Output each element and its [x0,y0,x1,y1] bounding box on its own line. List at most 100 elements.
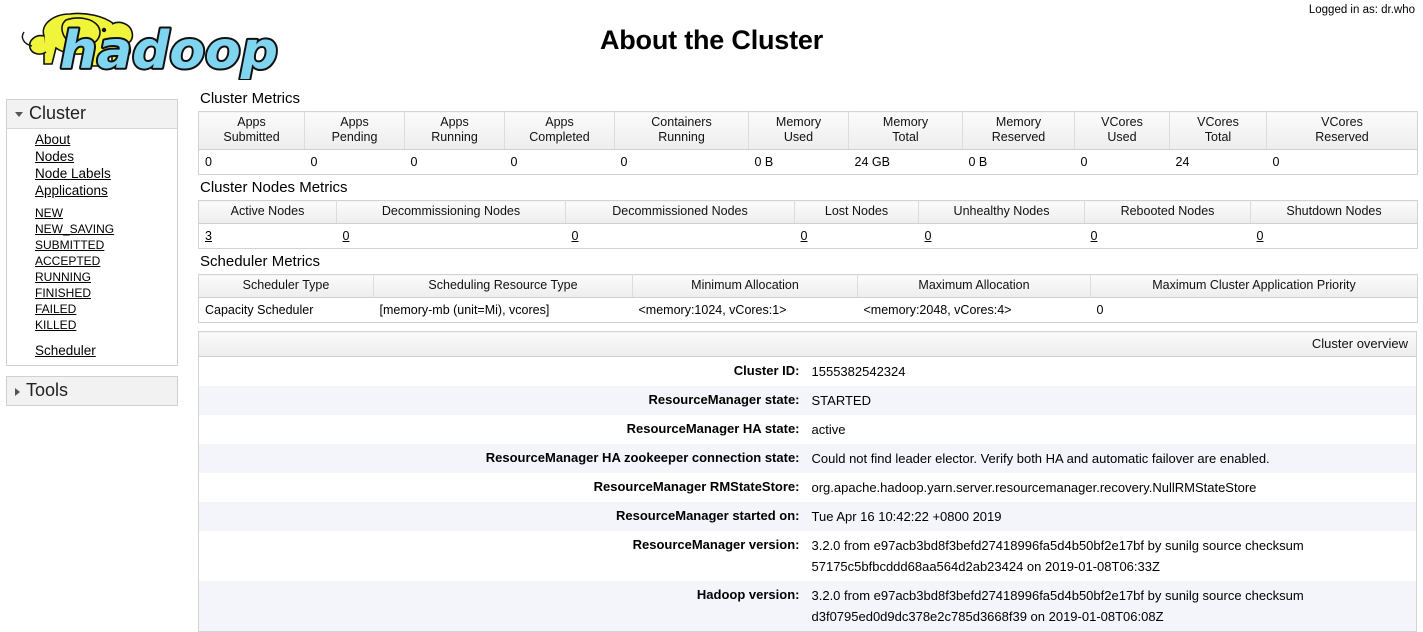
col-decommissioned-nodes: Decommissioned Nodes [565,200,795,224]
label-resourcemanager-state: ResourceManager state: [198,386,808,415]
sidebar-item-about[interactable]: About [35,131,177,148]
cell-apps-pending: 0 [304,149,405,175]
cell-lost-nodes[interactable]: 0 [794,223,919,249]
label-resourcemanager-version: ResourceManager version: [198,531,808,581]
col-scheduler-type: Scheduler Type [198,274,374,298]
cell-maximum-cluster-application-priority: 0 [1090,297,1418,323]
cell-active-nodes[interactable]: 3 [198,223,337,249]
table-row: ResourceManager started on: Tue Apr 16 1… [198,502,1417,531]
cell-decommissioned-nodes[interactable]: 0 [565,223,795,249]
list-item[interactable]: FINISHED [35,285,177,301]
cell-containers-running: 0 [614,149,749,175]
sidebar-cluster-list: About Nodes Node Labels Applications [7,131,177,199]
sidebar-scheduler-list: Scheduler [7,342,177,359]
sidebar-link-failed[interactable]: FAILED [35,302,76,316]
list-item[interactable]: RUNNING [35,269,177,285]
sidebar-cluster-header[interactable]: Cluster [7,100,177,129]
sidebar-tools-header[interactable]: Tools [7,377,177,405]
label-hadoop-version: Hadoop version: [198,581,808,632]
sidebar-link-killed[interactable]: KILLED [35,318,76,332]
sidebar-item-nodes[interactable]: Nodes [35,148,177,165]
table-row: ResourceManager RMStateStore: org.apache… [198,473,1417,502]
link-active-nodes[interactable]: 3 [205,229,212,243]
sidebar-link-finished[interactable]: FINISHED [35,286,91,300]
cell-maximum-allocation: <memory:2048, vCores:4> [857,297,1091,323]
value-hadoop-version: 3.2.0 from e97acb3bd8f3befd27418996fa5d4… [807,581,1417,632]
table-row: ResourceManager HA zookeeper connection … [198,444,1417,473]
cell-apps-submitted: 0 [198,149,305,175]
table-header-row: Active Nodes Decommissioning Nodes Decom… [198,200,1418,224]
table-row: ResourceManager version: 3.2.0 from e97a… [198,531,1417,581]
cell-rebooted-nodes[interactable]: 0 [1084,223,1251,249]
col-memory-total: Memory Total [848,111,963,150]
cell-shutdown-nodes[interactable]: 0 [1250,223,1418,249]
sidebar-link-nodes[interactable]: Nodes [35,149,74,164]
table-row: 3 0 0 0 0 0 0 [198,223,1418,249]
sidebar-item-node-labels[interactable]: Node Labels [35,165,177,182]
chevron-down-icon [15,112,23,117]
link-decommissioning-nodes[interactable]: 0 [343,229,350,243]
cluster-overview-table: Cluster overview Cluster ID: 15553825423… [198,331,1417,632]
scheduler-metrics-title: Scheduler Metrics [200,253,321,270]
col-vcores-reserved: VCores Reserved [1266,111,1418,150]
main-content: Cluster Metrics Apps Submitted Apps Pendin… [198,88,1418,632]
cell-memory-used: 0 B [748,149,849,175]
list-item[interactable]: SUBMITTED [35,237,177,253]
sidebar-link-applications[interactable]: Applications [35,183,108,198]
col-maximum-cluster-application-priority: Maximum Cluster Application Priority [1090,274,1418,298]
list-item[interactable]: FAILED [35,301,177,317]
value-resourcemanager-rmstatestore: org.apache.hadoop.yarn.server.resourcema… [807,473,1417,502]
value-resourcemanager-ha-zookeeper-connection-state: Could not find leader elector. Verify bo… [807,444,1417,473]
sidebar-link-node-labels[interactable]: Node Labels [35,166,111,181]
col-decommissioning-nodes: Decommissioning Nodes [336,200,566,224]
cell-unhealthy-nodes[interactable]: 0 [918,223,1085,249]
sidebar: Cluster About Nodes Node Labels Applicat… [6,99,178,416]
table-row: ResourceManager HA state: active [198,415,1417,444]
list-item[interactable]: ACCEPTED [35,253,177,269]
table-header-row: Scheduler Type Scheduling Resource Type … [198,274,1418,298]
col-rebooted-nodes: Rebooted Nodes [1084,200,1251,224]
sidebar-item-scheduler[interactable]: Scheduler [35,342,177,359]
cluster-nodes-metrics-table: Active Nodes Decommissioning Nodes Decom… [198,200,1418,249]
label-resourcemanager-ha-zookeeper-connection-state: ResourceManager HA zookeeper connection … [198,444,808,473]
cluster-metrics-title: Cluster Metrics [200,90,301,107]
value-resourcemanager-state: STARTED [807,386,1417,415]
sidebar-link-new[interactable]: NEW [35,206,63,220]
sidebar-item-applications[interactable]: Applications [35,182,177,199]
cell-apps-running: 0 [404,149,505,175]
value-resourcemanager-started-on: Tue Apr 16 10:42:22 +0800 2019 [807,502,1417,531]
table-header-row: Apps Submitted Apps Pending Apps Running Ap… [198,111,1418,150]
chevron-right-icon [15,387,20,396]
sidebar-section-cluster: Cluster About Nodes Node Labels Applicat… [6,99,178,366]
col-memory-used: Memory Used [748,111,849,150]
cell-memory-total: 24 GB [848,149,963,175]
sidebar-link-accepted[interactable]: ACCEPTED [35,254,100,268]
cell-scheduling-resource-type: [memory-mb (unit=Mi), vcores] [373,297,633,323]
list-item[interactable]: NEW [35,205,177,221]
sidebar-tools-title: Tools [26,380,69,400]
link-lost-nodes[interactable]: 0 [801,229,808,243]
list-item[interactable]: NEW_SAVING [35,221,177,237]
label-resourcemanager-ha-state: ResourceManager HA state: [198,415,808,444]
label-resourcemanager-rmstatestore: ResourceManager RMStateStore: [198,473,808,502]
cell-memory-reserved: 0 B [962,149,1075,175]
link-rebooted-nodes[interactable]: 0 [1091,229,1098,243]
link-shutdown-nodes[interactable]: 0 [1257,229,1264,243]
sidebar-link-running[interactable]: RUNNING [35,270,91,284]
col-apps-pending: Apps Pending [304,111,405,150]
sidebar-link-new-saving[interactable]: NEW_SAVING [35,222,114,236]
table-row: Capacity Scheduler [memory-mb (unit=Mi),… [198,297,1418,323]
link-unhealthy-nodes[interactable]: 0 [925,229,932,243]
col-shutdown-nodes: Shutdown Nodes [1250,200,1418,224]
list-item[interactable]: KILLED [35,317,177,333]
cell-apps-completed: 0 [504,149,615,175]
sidebar-link-about[interactable]: About [35,132,70,147]
sidebar-link-scheduler[interactable]: Scheduler [35,343,96,358]
sidebar-link-submitted[interactable]: SUBMITTED [35,238,104,252]
logged-in-as: Logged in as: dr.who [1308,4,1415,16]
col-vcores-total: VCores Total [1169,111,1267,150]
link-decommissioned-nodes[interactable]: 0 [572,229,579,243]
cell-decommissioning-nodes[interactable]: 0 [336,223,566,249]
sidebar-section-tools[interactable]: Tools [6,376,178,406]
